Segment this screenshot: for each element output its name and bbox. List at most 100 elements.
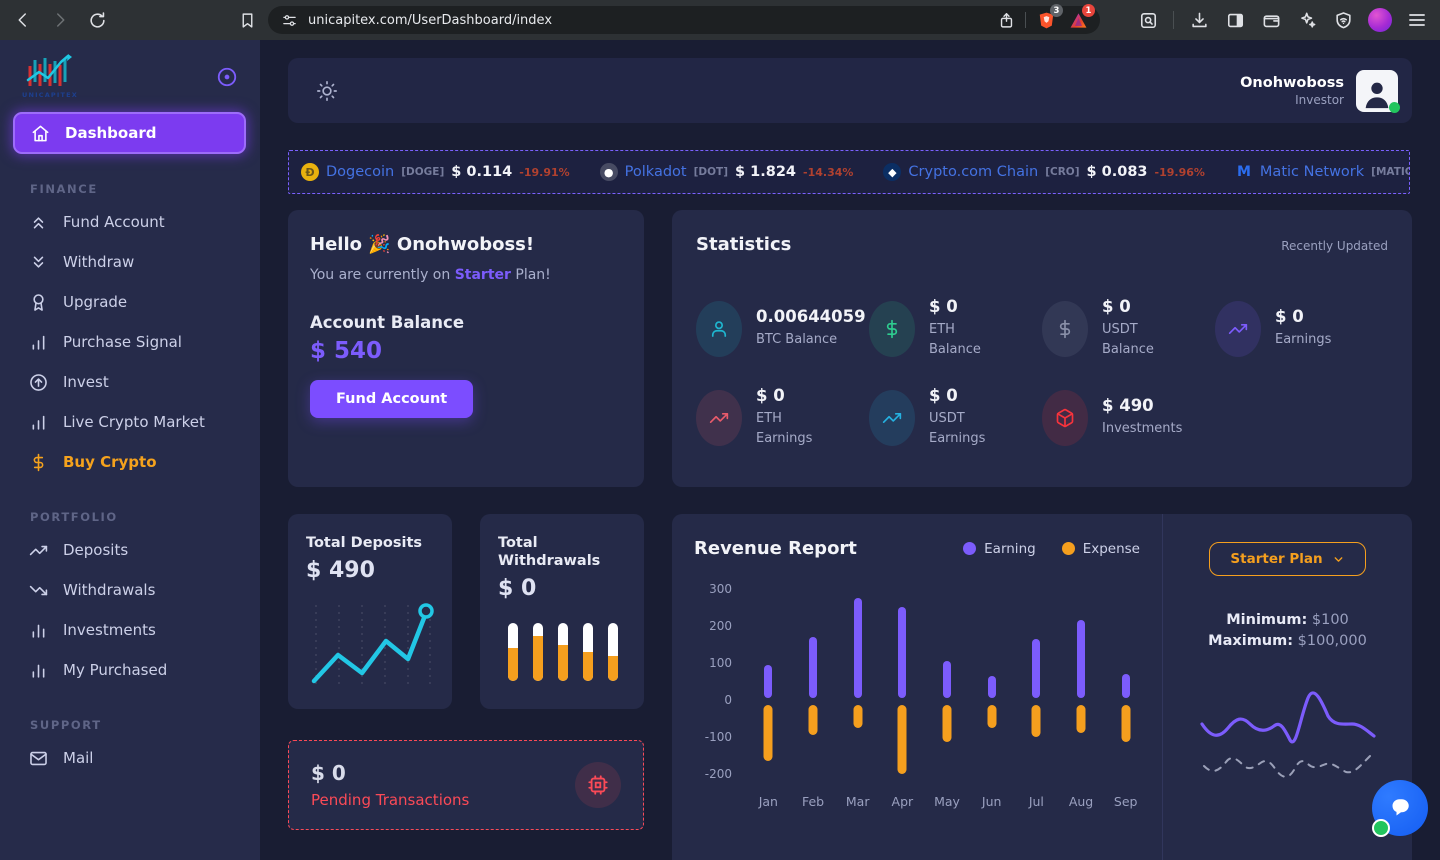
- sidebar-item-mail[interactable]: Mail: [0, 738, 260, 778]
- sidebar-item-dashboard[interactable]: Dashboard: [13, 112, 246, 154]
- ticker-item-polkadot[interactable]: ●Polkadot[DOT]$ 1.824-14.34%: [600, 163, 854, 181]
- earning-bar-sep[interactable]: [1122, 674, 1130, 698]
- sidebar-item-label: Fund Account: [63, 213, 165, 231]
- nav-section-label-support: SUPPORT: [30, 718, 260, 732]
- user-avatar[interactable]: [1356, 70, 1398, 112]
- plan-limits: Minimum: $100 Maximum: $100,000: [1183, 610, 1392, 652]
- withdrawal-bar-fill: [608, 656, 618, 682]
- sidebar-item-deposits[interactable]: Deposits: [0, 530, 260, 570]
- reload-icon[interactable]: [86, 9, 108, 31]
- search-tabs-icon[interactable]: [1137, 9, 1159, 31]
- forward-icon[interactable]: [49, 9, 71, 31]
- minimum-value: $100: [1307, 612, 1349, 628]
- coin-change: -14.34%: [803, 166, 853, 179]
- earning-bar-jun[interactable]: [988, 676, 996, 698]
- share-icon[interactable]: [995, 9, 1017, 31]
- earning-bar-jul[interactable]: [1032, 639, 1040, 698]
- sidebar-item-withdrawals[interactable]: Withdrawals: [0, 570, 260, 610]
- plan-select-button[interactable]: Starter Plan: [1209, 542, 1365, 576]
- sidebar-item-label: Deposits: [63, 541, 128, 559]
- stat-value: $ 490: [1102, 396, 1182, 415]
- sidebar-item-label: Investments: [63, 621, 156, 639]
- expense-bar-mar[interactable]: [853, 705, 862, 727]
- revenue-plot: [746, 585, 1148, 785]
- welcome-card: Hello 🎉 Onohwoboss! You are currently on…: [288, 210, 644, 487]
- sidebar-toggle-icon[interactable]: [216, 66, 238, 88]
- site-settings-icon[interactable]: [280, 11, 298, 29]
- x-axis-label-may: May: [925, 794, 970, 809]
- expense-bar-jul[interactable]: [1032, 705, 1041, 737]
- earning-bar-aug[interactable]: [1077, 620, 1085, 698]
- download-icon[interactable]: [1188, 9, 1210, 31]
- earning-bar-mar[interactable]: [854, 598, 862, 698]
- brave-shield-icon[interactable]: 3: [1034, 8, 1058, 32]
- matic-network-coin-icon: M: [1235, 163, 1253, 181]
- sidebar-item-fund-account[interactable]: Fund Account: [0, 202, 260, 242]
- main-content: Onohwoboss Investor ƉDogecoin[DOGE]$ 0.1…: [260, 40, 1440, 860]
- sidebar-panel-icon[interactable]: [1224, 9, 1246, 31]
- earning-bar-apr[interactable]: [898, 607, 906, 698]
- fund-account-button[interactable]: Fund Account: [310, 380, 473, 418]
- brand-name: UNICAPITEX: [22, 91, 78, 99]
- url-bar[interactable]: unicapitex.com/UserDashboard/index 3 1: [268, 6, 1100, 34]
- stat-label: ETH Earnings: [756, 409, 812, 449]
- earning-bar-may[interactable]: [943, 661, 951, 698]
- ticker-bar: ƉDogecoin[DOGE]$ 0.114-19.91% ●Polkadot[D…: [288, 150, 1410, 194]
- expense-bar-sep[interactable]: [1121, 705, 1130, 742]
- x-axis-label-jan: Jan: [746, 794, 791, 809]
- deposits-title: Total Deposits: [306, 534, 434, 552]
- crypto-com-chain-coin-icon: ◆: [883, 163, 901, 181]
- bookmark-icon[interactable]: [236, 9, 258, 31]
- stat-value: $ 0: [756, 386, 812, 405]
- revenue-report-card: Revenue Report EarningExpense 3002001000…: [672, 514, 1412, 860]
- vpn-shield-icon[interactable]: [1332, 9, 1354, 31]
- earning-bar-feb[interactable]: [809, 637, 817, 698]
- online-status-dot: [1389, 102, 1400, 113]
- back-icon[interactable]: [12, 9, 34, 31]
- expense-bar-feb[interactable]: [809, 705, 818, 735]
- sidebar: UNICAPITEX DashboardFINANCEFund AccountW…: [0, 40, 260, 860]
- browser-profile-avatar[interactable]: [1368, 8, 1392, 32]
- sidebar-item-purchase-signal[interactable]: Purchase Signal: [0, 322, 260, 362]
- sidebar-item-invest[interactable]: Invest: [0, 362, 260, 402]
- wallet-icon[interactable]: [1260, 9, 1282, 31]
- menu-icon[interactable]: [1406, 9, 1428, 31]
- expense-bar-aug[interactable]: [1077, 705, 1086, 733]
- sidebar-item-investments[interactable]: Investments: [0, 610, 260, 650]
- brave-rewards-icon[interactable]: 1: [1066, 8, 1090, 32]
- candlestick-logo-icon: [26, 52, 74, 90]
- ticker-item-matic-network[interactable]: MMatic Network[MATIC]$ 0.122-7.10%: [1235, 163, 1410, 181]
- expense-bar-may[interactable]: [943, 705, 952, 742]
- coin-name: Crypto.com Chain: [908, 164, 1038, 180]
- statistics-updated: Recently Updated: [1281, 239, 1388, 253]
- revenue-months: JanFebMarAprMayJunJulAugSep: [746, 794, 1148, 809]
- chat-widget-button[interactable]: [1372, 780, 1428, 836]
- browser-toolbar: unicapitex.com/UserDashboard/index 3 1: [0, 0, 1440, 40]
- sidebar-item-buy-crypto[interactable]: Buy Crypto: [0, 442, 260, 482]
- url-text[interactable]: unicapitex.com/UserDashboard/index: [308, 13, 995, 28]
- ai-sparkles-icon[interactable]: [1296, 9, 1318, 31]
- sidebar-item-upgrade[interactable]: Upgrade: [0, 282, 260, 322]
- rewards-badge: 1: [1082, 4, 1095, 17]
- sidebar-item-live-crypto-market[interactable]: Live Crypto Market: [0, 402, 260, 442]
- sidebar-item-withdraw[interactable]: Withdraw: [0, 242, 260, 282]
- expense-bar-jan[interactable]: [764, 705, 773, 761]
- expense-bar-jun[interactable]: [987, 705, 996, 727]
- brand-logo[interactable]: UNICAPITEX: [22, 52, 78, 99]
- theme-toggle-sun-icon[interactable]: [316, 80, 338, 102]
- minimum-label: Minimum:: [1226, 612, 1307, 628]
- plan-status-text: You are currently on Starter Plan!: [310, 267, 622, 283]
- withdrawal-bar: [558, 623, 568, 681]
- earning-bar-jan[interactable]: [764, 665, 772, 698]
- sidebar-item-my-purchased[interactable]: My Purchased: [0, 650, 260, 690]
- dollar-icon: [869, 301, 915, 357]
- sidebar-item-label: Purchase Signal: [63, 333, 182, 351]
- coin-name: Polkadot: [625, 164, 687, 180]
- expense-bar-apr[interactable]: [898, 705, 907, 774]
- ticker-item-crypto-com-chain[interactable]: ◆Crypto.com Chain[CRO]$ 0.083-19.96%: [883, 163, 1205, 181]
- topbar: Onohwoboss Investor: [288, 58, 1412, 123]
- ticker-item-dogecoin[interactable]: ƉDogecoin[DOGE]$ 0.114-19.91%: [301, 163, 570, 181]
- x-axis-label-mar: Mar: [835, 794, 880, 809]
- withdrawal-bars: [498, 623, 626, 681]
- x-axis-label-sep: Sep: [1103, 794, 1148, 809]
